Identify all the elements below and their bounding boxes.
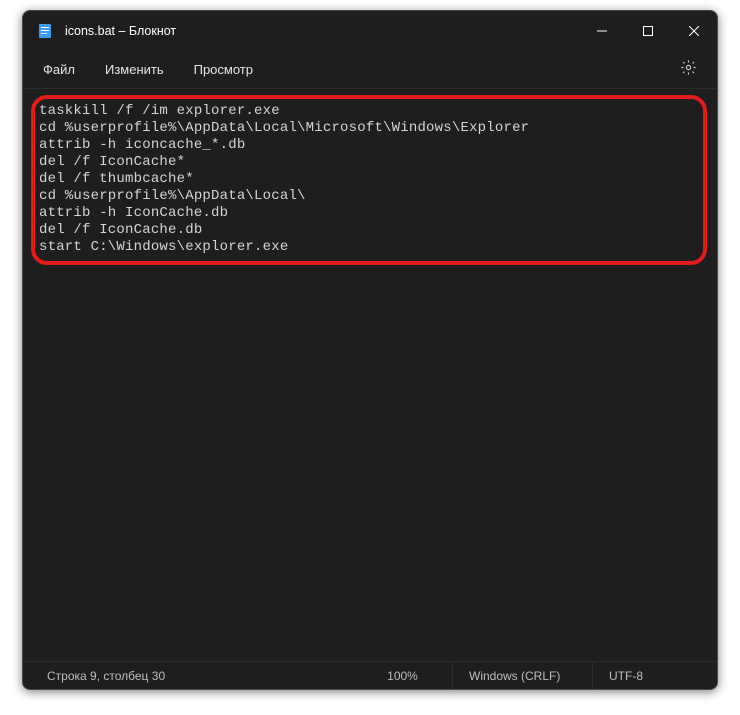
maximize-button[interactable] <box>625 11 671 51</box>
menu-edit[interactable]: Изменить <box>93 56 176 83</box>
status-encoding: UTF-8 <box>593 662 717 689</box>
window-title: icons.bat – Блокнот <box>65 24 176 38</box>
notepad-window: icons.bat – Блокнот Файл Изменить Просмо… <box>22 10 718 690</box>
menu-view[interactable]: Просмотр <box>182 56 265 83</box>
statusbar: Строка 9, столбец 30 100% Windows (CRLF)… <box>23 661 717 689</box>
menu-file[interactable]: Файл <box>31 56 87 83</box>
status-cursor: Строка 9, столбец 30 <box>23 662 353 689</box>
minimize-button[interactable] <box>579 11 625 51</box>
status-zoom[interactable]: 100% <box>353 662 453 689</box>
text-editor[interactable]: taskkill /f /im explorer.exe cd %userpro… <box>23 89 717 661</box>
notepad-icon <box>37 23 53 39</box>
close-button[interactable] <box>671 11 717 51</box>
menubar: Файл Изменить Просмотр <box>23 51 717 89</box>
window-controls <box>579 11 717 51</box>
editor-area: taskkill /f /im explorer.exe cd %userpro… <box>23 89 717 661</box>
status-line-endings: Windows (CRLF) <box>453 662 593 689</box>
gear-icon <box>680 59 697 81</box>
titlebar[interactable]: icons.bat – Блокнот <box>23 11 717 51</box>
settings-button[interactable] <box>671 53 705 87</box>
